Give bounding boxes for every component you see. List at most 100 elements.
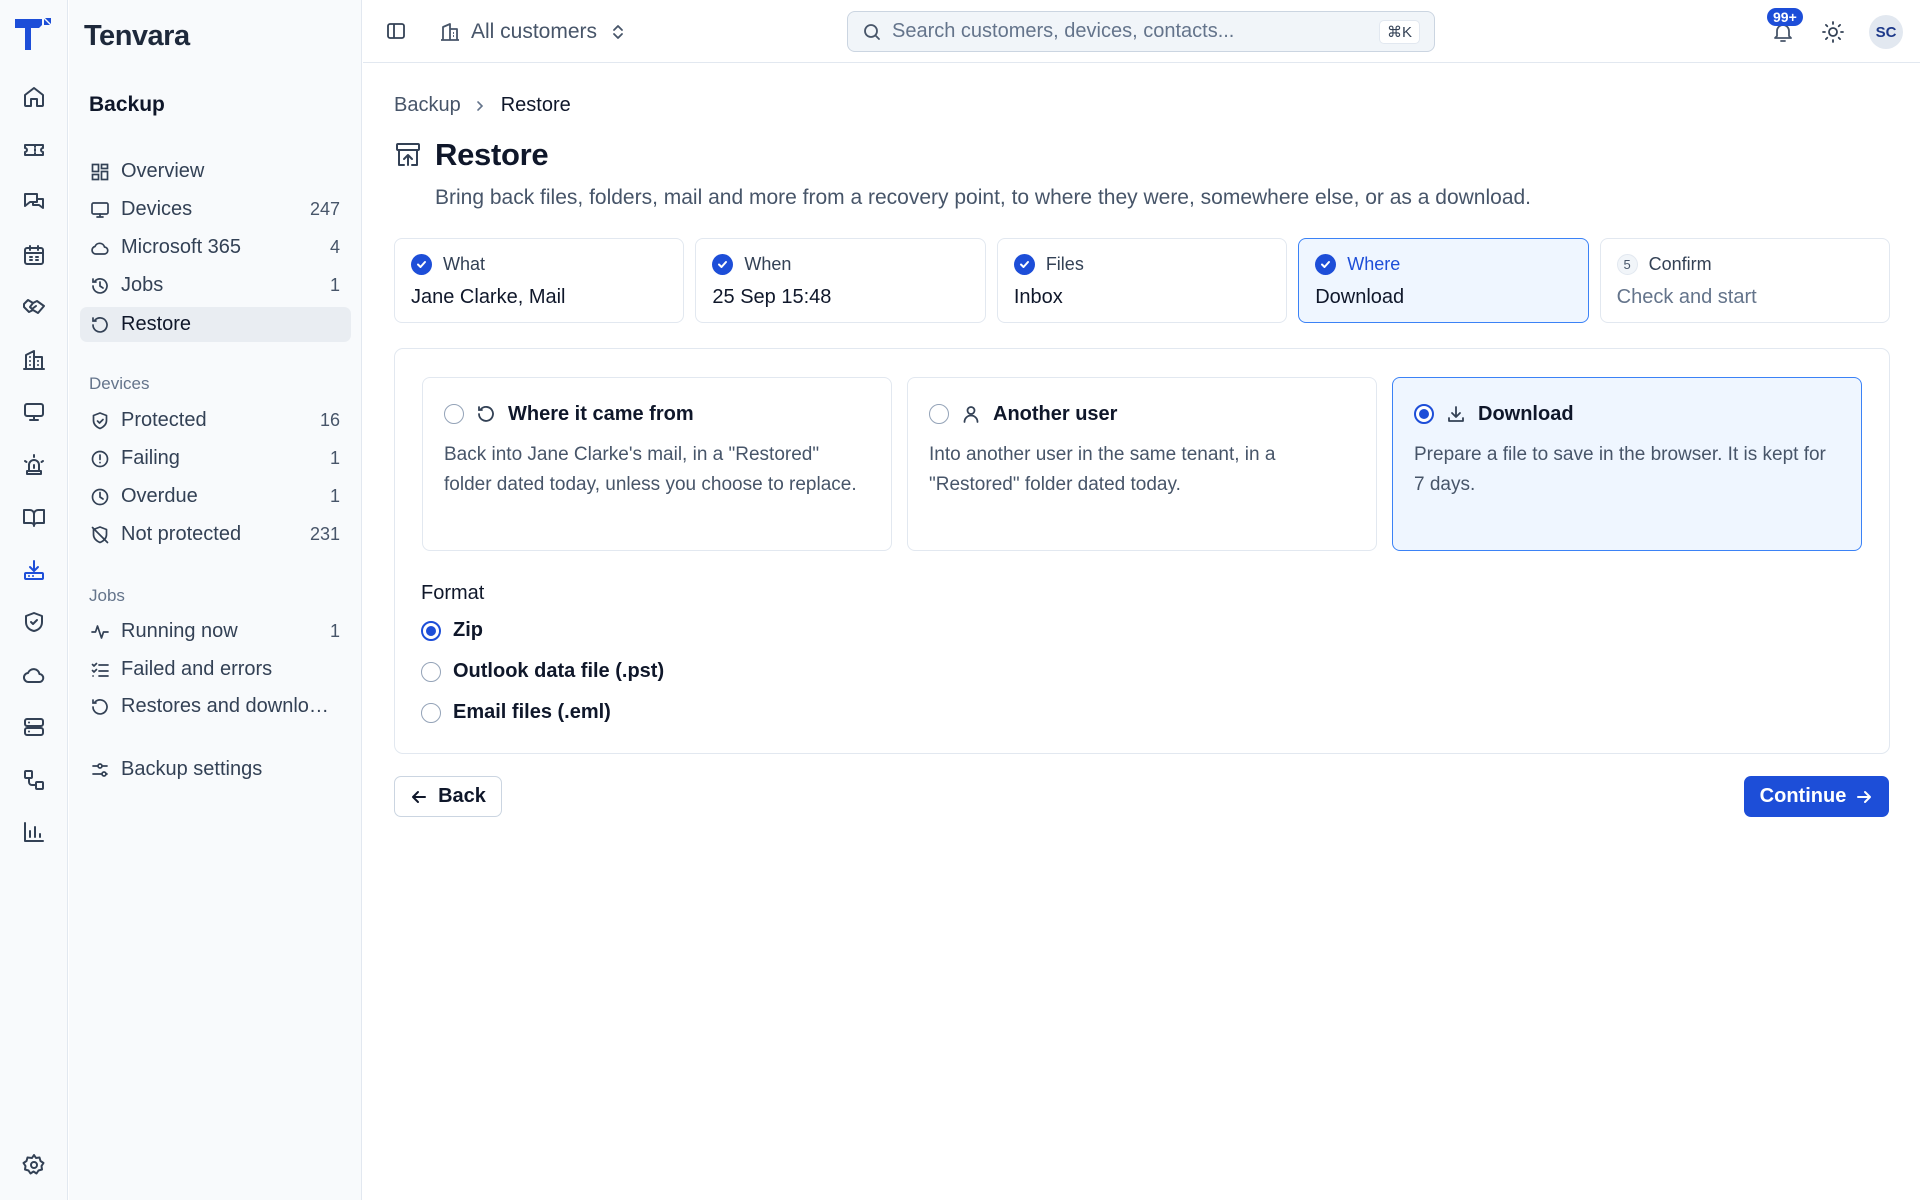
sidebar-item-label: Overdue xyxy=(121,485,198,507)
archive-restore-icon xyxy=(394,141,422,169)
sidebar-item-label: Overview xyxy=(121,160,205,182)
monitor-icon[interactable] xyxy=(20,398,48,426)
breadcrumb: Backup Restore xyxy=(394,94,571,117)
format-option-zip[interactable]: Zip xyxy=(421,619,483,642)
arrow-left-icon xyxy=(412,790,427,803)
step-label: What xyxy=(443,253,486,274)
step-number: 5 xyxy=(1616,253,1638,275)
app-name: Tenvara xyxy=(84,20,190,52)
sidebar-toggle-icon[interactable] xyxy=(385,20,407,42)
step-files[interactable]: Files Inbox xyxy=(996,238,1288,323)
building-icon[interactable] xyxy=(20,346,48,374)
option-radio[interactable] xyxy=(444,404,464,424)
format-radio[interactable] xyxy=(421,702,441,723)
sidebar-item-label: Protected xyxy=(121,409,207,431)
notifications-badge: 99+ xyxy=(1767,8,1803,26)
page-description: Bring back files, folders, mail and more… xyxy=(435,186,1532,209)
sidebar-item-devices[interactable]: Devices 247 xyxy=(80,192,351,227)
sidebar-item-count: 231 xyxy=(309,524,340,544)
format-option-label: Outlook data file (.pst) xyxy=(453,660,665,682)
avatar[interactable]: SC xyxy=(1869,15,1903,49)
bar-chart-icon[interactable] xyxy=(20,818,48,846)
download-icon xyxy=(1448,406,1464,422)
format-radio[interactable] xyxy=(421,661,441,682)
devices-section-label: Devices xyxy=(89,374,150,393)
sidebar-item-overview[interactable]: Overview xyxy=(80,154,351,189)
workflow-icon[interactable] xyxy=(20,766,48,794)
option-download[interactable]: Download Prepare a file to save in the b… xyxy=(1392,377,1862,551)
book-icon[interactable] xyxy=(20,503,48,531)
sidebar-item-count: 1 xyxy=(329,621,340,641)
top-bar: All customers Search customers, devices,… xyxy=(363,0,1920,63)
sidebar-item-label: Failing xyxy=(121,447,180,469)
step-where[interactable]: Where Download xyxy=(1298,238,1589,323)
sidebar-item-failing[interactable]: Failing 1 xyxy=(80,441,351,476)
server-icon[interactable] xyxy=(20,713,48,741)
sidebar-item-overdue[interactable]: Overdue 1 xyxy=(80,479,351,514)
shield-check-icon[interactable] xyxy=(20,608,48,636)
sidebar-item-running-now[interactable]: Running now 1 xyxy=(80,614,351,649)
sidebar-item-label: Not protected xyxy=(121,523,242,545)
customer-selector[interactable]: All customers xyxy=(439,15,627,49)
option-title: Another user xyxy=(993,402,1118,425)
user-icon xyxy=(963,406,979,423)
format-radio[interactable] xyxy=(421,620,441,641)
option-another-user[interactable]: Another user Into another user in the sa… xyxy=(907,377,1377,551)
theme-toggle-sun-icon[interactable] xyxy=(1821,20,1845,44)
sidebar-item-label: Jobs xyxy=(121,274,164,296)
format-option-pst[interactable]: Outlook data file (.pst) xyxy=(421,660,664,683)
calendar-icon[interactable] xyxy=(20,241,48,269)
handshake-icon[interactable] xyxy=(20,293,48,321)
shield-check-icon xyxy=(92,411,108,429)
gear-icon[interactable] xyxy=(20,1151,48,1179)
continue-button[interactable]: Continue xyxy=(1744,776,1889,817)
option-radio[interactable] xyxy=(929,404,949,424)
arrow-right-icon xyxy=(1857,790,1872,803)
sidebar-item-label: Microsoft 365 xyxy=(121,236,242,258)
sidebar-item-jobs[interactable]: Jobs 1 xyxy=(80,268,351,303)
sidebar-item-restores-and-downloads[interactable]: Restores and downloads xyxy=(80,689,351,724)
backup-icon[interactable] xyxy=(20,556,48,584)
step-label: Confirm xyxy=(1648,253,1712,274)
search-icon xyxy=(864,23,880,40)
option-radio[interactable] xyxy=(1414,404,1434,424)
step-when[interactable]: When 25 Sep 15:48 xyxy=(695,238,986,323)
back-button[interactable]: Back xyxy=(394,776,502,817)
ticket-icon[interactable] xyxy=(20,136,48,164)
search-input[interactable]: Search customers, devices, contacts... ⌘… xyxy=(847,11,1435,52)
chevron-right-icon xyxy=(476,100,483,111)
sidebar-item-label: Backup settings xyxy=(121,758,263,780)
restore-icon xyxy=(92,698,108,715)
sidebar-item-label: Restore xyxy=(121,313,192,335)
sidebar-item-failed-and-errors[interactable]: Failed and errors xyxy=(80,652,351,687)
option-where-it-came-from[interactable]: Where it came from Back into Jane Clarke… xyxy=(422,377,892,551)
sidebar-item-count: 4 xyxy=(329,237,340,257)
sidebar-item-restore[interactable]: Restore xyxy=(80,307,351,342)
check-circle-icon xyxy=(1013,253,1035,275)
format-option-label: Zip xyxy=(453,619,483,641)
step-label: Where xyxy=(1347,253,1401,274)
restore-icon xyxy=(92,316,108,333)
cloud-icon[interactable] xyxy=(20,661,48,689)
messages-icon[interactable] xyxy=(20,188,48,216)
option-description: Back into Jane Clarke's mail, in a "Rest… xyxy=(444,444,857,495)
search-shortcut: ⌘K xyxy=(1378,19,1420,44)
home-icon[interactable] xyxy=(20,83,48,111)
tenvara-logo-icon[interactable] xyxy=(14,16,52,52)
step-confirm[interactable]: 5 Confirm Check and start xyxy=(1599,238,1891,323)
format-label: Format xyxy=(421,582,485,604)
sidebar-item-not-protected[interactable]: Not protected 231 xyxy=(80,517,351,552)
settings-sliders-icon xyxy=(92,762,108,777)
search-placeholder: Search customers, devices, contacts... xyxy=(892,20,1235,42)
check-circle-icon xyxy=(712,253,734,275)
step-value: 25 Sep 15:48 xyxy=(712,286,832,308)
siren-icon[interactable] xyxy=(20,451,48,479)
breadcrumb-backup-link[interactable]: Backup xyxy=(394,94,461,117)
format-option-eml[interactable]: Email files (.eml) xyxy=(421,701,611,724)
step-what[interactable]: What Jane Clarke, Mail xyxy=(394,238,685,323)
sidebar-item-protected[interactable]: Protected 16 xyxy=(80,403,351,438)
sidebar-item-microsoft-365[interactable]: Microsoft 365 4 xyxy=(80,230,351,265)
format-option-label: Email files (.eml) xyxy=(453,701,611,723)
sidebar-item-backup-settings[interactable]: Backup settings xyxy=(80,752,351,787)
sidebar-item-count: 1 xyxy=(329,486,340,506)
